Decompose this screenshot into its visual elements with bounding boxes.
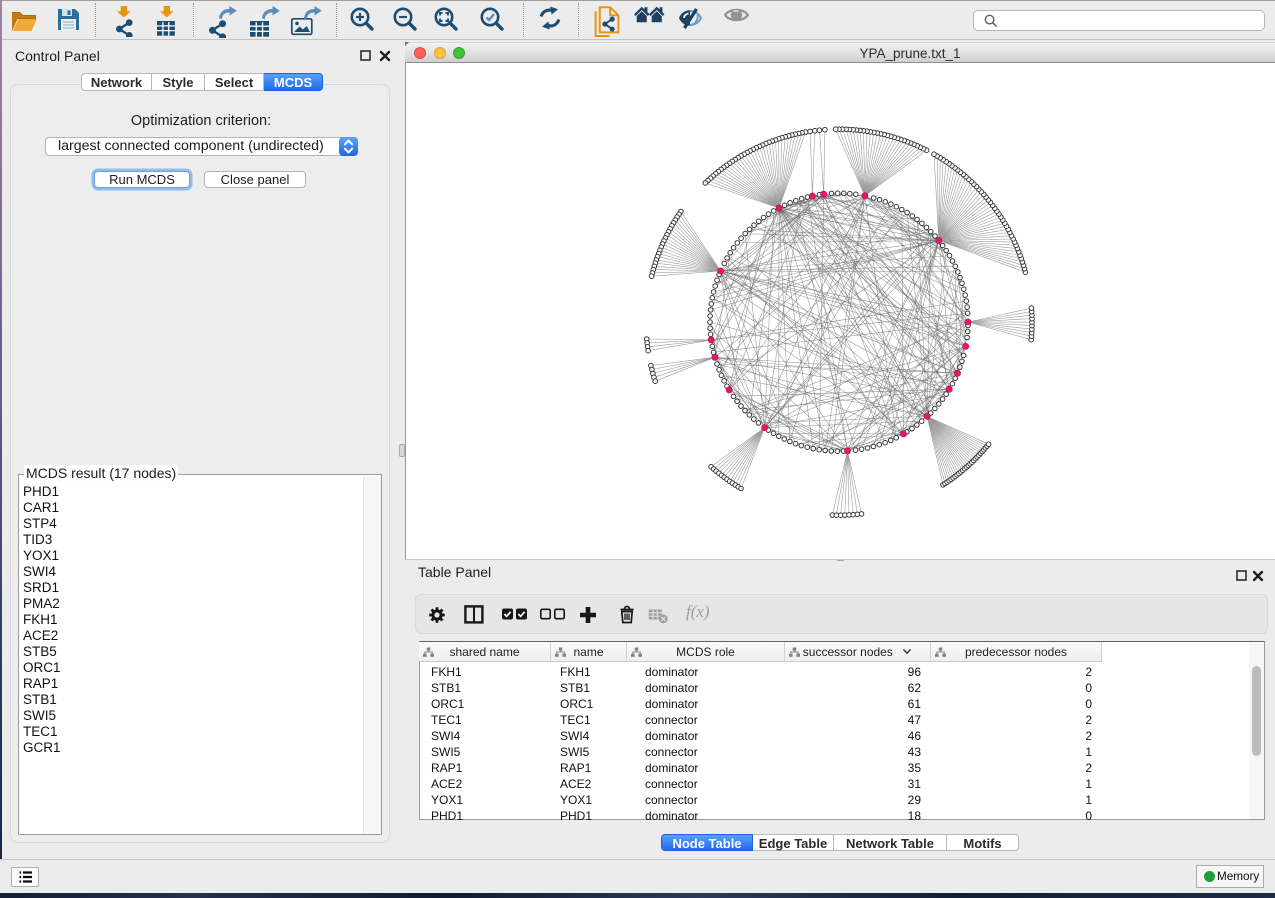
svg-text:f(x): f(x) bbox=[686, 602, 710, 621]
